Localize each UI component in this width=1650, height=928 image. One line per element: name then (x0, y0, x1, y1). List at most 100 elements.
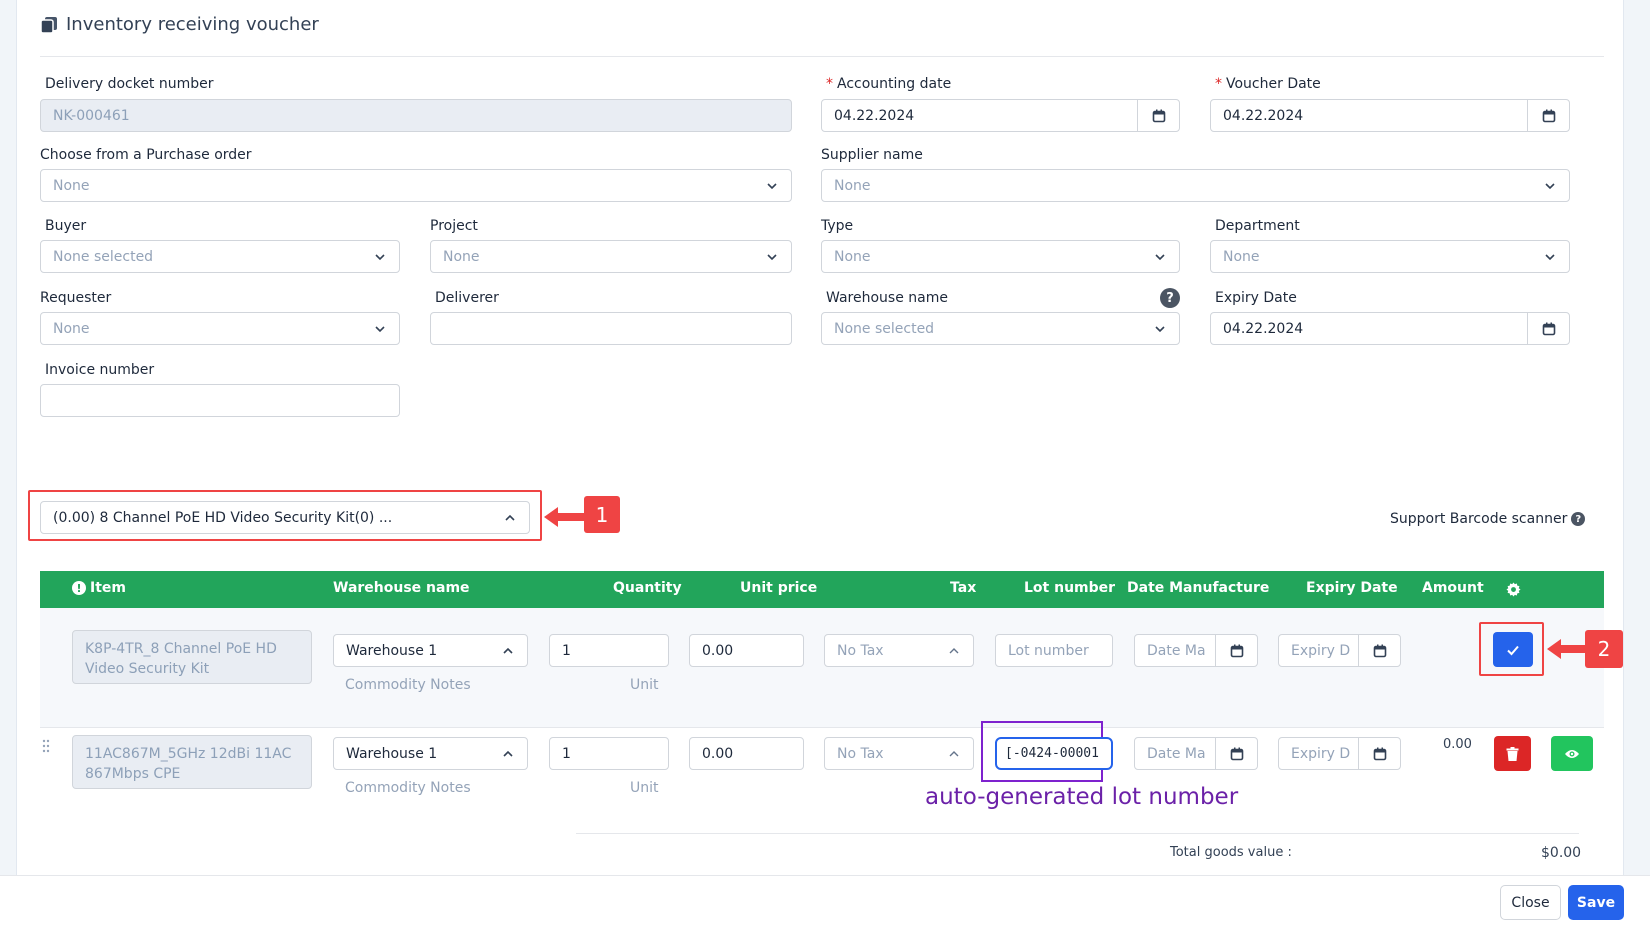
row2-expiry-date-calendar[interactable] (1358, 738, 1400, 769)
chevron-up-icon (949, 750, 959, 756)
project-select[interactable]: None (430, 240, 792, 273)
th-amount: Amount (1422, 580, 1484, 596)
drag-handle-icon[interactable] (41, 738, 51, 754)
chevron-up-icon (949, 647, 959, 653)
expiry-date-input[interactable]: 04.22.2024 (1210, 312, 1570, 345)
row2-unit-price-input[interactable]: 0.00 (689, 737, 804, 770)
row1-commodity-notes[interactable]: Commodity Notes (345, 677, 471, 693)
voucher-date-input[interactable]: 04.22.2024 (1210, 99, 1570, 132)
warehouse-name-label: Warehouse name (826, 290, 948, 306)
accounting-date-input[interactable]: 04.22.2024 (821, 99, 1180, 132)
chevron-up-icon (503, 750, 513, 757)
gear-icon[interactable] (1506, 582, 1521, 597)
row2-date-ma-placeholder: Date Ma (1147, 745, 1206, 762)
item-select-value: (0.00) 8 Channel PoE HD Video Security K… (53, 509, 393, 526)
row2-quantity-value: 1 (562, 745, 571, 762)
total-label: Total goods value : (1170, 845, 1292, 860)
supplier-name-label: Supplier name (821, 147, 923, 163)
row2-amount: 0.00 (1443, 737, 1472, 752)
calendar-icon (1230, 644, 1243, 657)
buyer-value: None selected (53, 248, 154, 265)
row1-date-manufacture-calendar[interactable] (1215, 635, 1257, 666)
accounting-date-label-text: Accounting date (837, 76, 952, 92)
voucher-date-label: * Voucher Date (1215, 76, 1321, 92)
requester-select[interactable]: None (40, 312, 400, 345)
row2-tax-value: No Tax (837, 745, 884, 762)
view-row-button[interactable] (1551, 736, 1593, 771)
buyer-select[interactable]: None selected (40, 240, 400, 273)
expiry-date-label: Expiry Date (1215, 290, 1297, 306)
add-row-button[interactable] (1493, 632, 1533, 667)
row2-commodity-notes[interactable]: Commodity Notes (345, 780, 471, 796)
row1-lot-placeholder: Lot number (1008, 642, 1089, 659)
chevron-up-icon (503, 647, 513, 654)
chevron-down-icon (1155, 253, 1165, 260)
close-button[interactable]: Close (1500, 885, 1561, 920)
row1-unit-price-value: 0.00 (702, 642, 734, 659)
deliverer-label: Deliverer (435, 290, 499, 306)
expiry-date-calendar-button[interactable] (1527, 313, 1569, 344)
item-select[interactable]: (0.00) 8 Channel PoE HD Video Security K… (40, 501, 530, 534)
save-button[interactable]: Save (1568, 885, 1624, 920)
info-icon: ! (72, 581, 86, 595)
th-date-manufacture: Date Manufacture (1127, 580, 1270, 596)
check-icon (1507, 645, 1519, 655)
chevron-up-icon (505, 514, 515, 521)
th-quantity: Quantity (613, 580, 682, 596)
row1-warehouse-value: Warehouse 1 (346, 642, 438, 659)
invoice-number-label: Invoice number (45, 362, 155, 378)
chevron-down-icon (375, 325, 385, 332)
th-unit-price: Unit price (740, 580, 818, 596)
chevron-down-icon (1545, 182, 1555, 189)
th-item: ! Item (72, 580, 126, 596)
row2-item-textarea[interactable]: 11AC867M_5GHz 12dBi 11AC 867Mbps CPE (72, 735, 312, 789)
calendar-icon (1230, 747, 1243, 760)
row1-expiry-date-input[interactable]: Expiry D (1278, 634, 1401, 667)
row1-quantity-input[interactable]: 1 (549, 634, 669, 667)
clipboard-icon (40, 16, 57, 34)
row1-unit-price-input[interactable]: 0.00 (689, 634, 804, 667)
warehouse-name-value: None selected (834, 320, 935, 337)
warehouse-name-select[interactable]: None selected (821, 312, 1180, 345)
row2-lot-number-input[interactable]: [-0424-00001 (995, 737, 1113, 770)
row1-lot-number-input[interactable]: Lot number (995, 634, 1113, 667)
type-select[interactable]: None (821, 240, 1180, 273)
delete-row-button[interactable] (1494, 736, 1531, 771)
row2-warehouse-select[interactable]: Warehouse 1 (333, 737, 528, 770)
purchase-order-select[interactable]: None (40, 169, 792, 202)
row2-quantity-input[interactable]: 1 (549, 737, 669, 770)
calendar-icon (1152, 109, 1165, 122)
accounting-date-calendar-button[interactable] (1137, 100, 1179, 131)
row2-expiry-date-input[interactable]: Expiry D (1278, 737, 1401, 770)
row1-tax-select[interactable]: No Tax (824, 634, 974, 667)
row1-expiry-date-calendar[interactable] (1358, 635, 1400, 666)
voucher-date-label-text: Voucher Date (1226, 76, 1321, 92)
supplier-name-select[interactable]: None (821, 169, 1570, 202)
voucher-date-calendar-button[interactable] (1527, 100, 1569, 131)
th-tax: Tax (950, 580, 977, 596)
delivery-docket-label: Delivery docket number (45, 76, 214, 92)
barcode-support: Support Barcode scanner ? (1390, 511, 1586, 527)
delivery-docket-value: NK-000461 (53, 107, 130, 124)
question-circle-icon[interactable]: ? (1160, 288, 1180, 308)
row1-date-manufacture-input[interactable]: Date Ma (1134, 634, 1258, 667)
row1-warehouse-select[interactable]: Warehouse 1 (333, 634, 528, 667)
department-label: Department (1215, 218, 1300, 234)
calendar-icon (1373, 644, 1386, 657)
page-title: Inventory receiving voucher (40, 14, 319, 35)
th-warehouse: Warehouse name (333, 580, 470, 596)
title-divider (40, 56, 1604, 57)
row2-date-manufacture-calendar[interactable] (1215, 738, 1257, 769)
th-expiry-date: Expiry Date (1306, 580, 1398, 596)
row1-quantity-value: 1 (562, 642, 571, 659)
row2-tax-select[interactable]: No Tax (824, 737, 974, 770)
invoice-number-input[interactable] (40, 384, 400, 417)
department-select[interactable]: None (1210, 240, 1570, 273)
row2-unit-price-value: 0.00 (702, 745, 734, 762)
deliverer-input[interactable] (430, 312, 792, 345)
purchase-order-value: None (53, 177, 90, 194)
row2-date-manufacture-input[interactable]: Date Ma (1134, 737, 1258, 770)
table-header: ! Item Warehouse name Quantity Unit pric… (40, 571, 1604, 608)
question-circle-icon[interactable]: ? (1571, 512, 1586, 526)
row1-item-textarea[interactable]: K8P-4TR_8 Channel PoE HD Video Security … (72, 630, 312, 684)
